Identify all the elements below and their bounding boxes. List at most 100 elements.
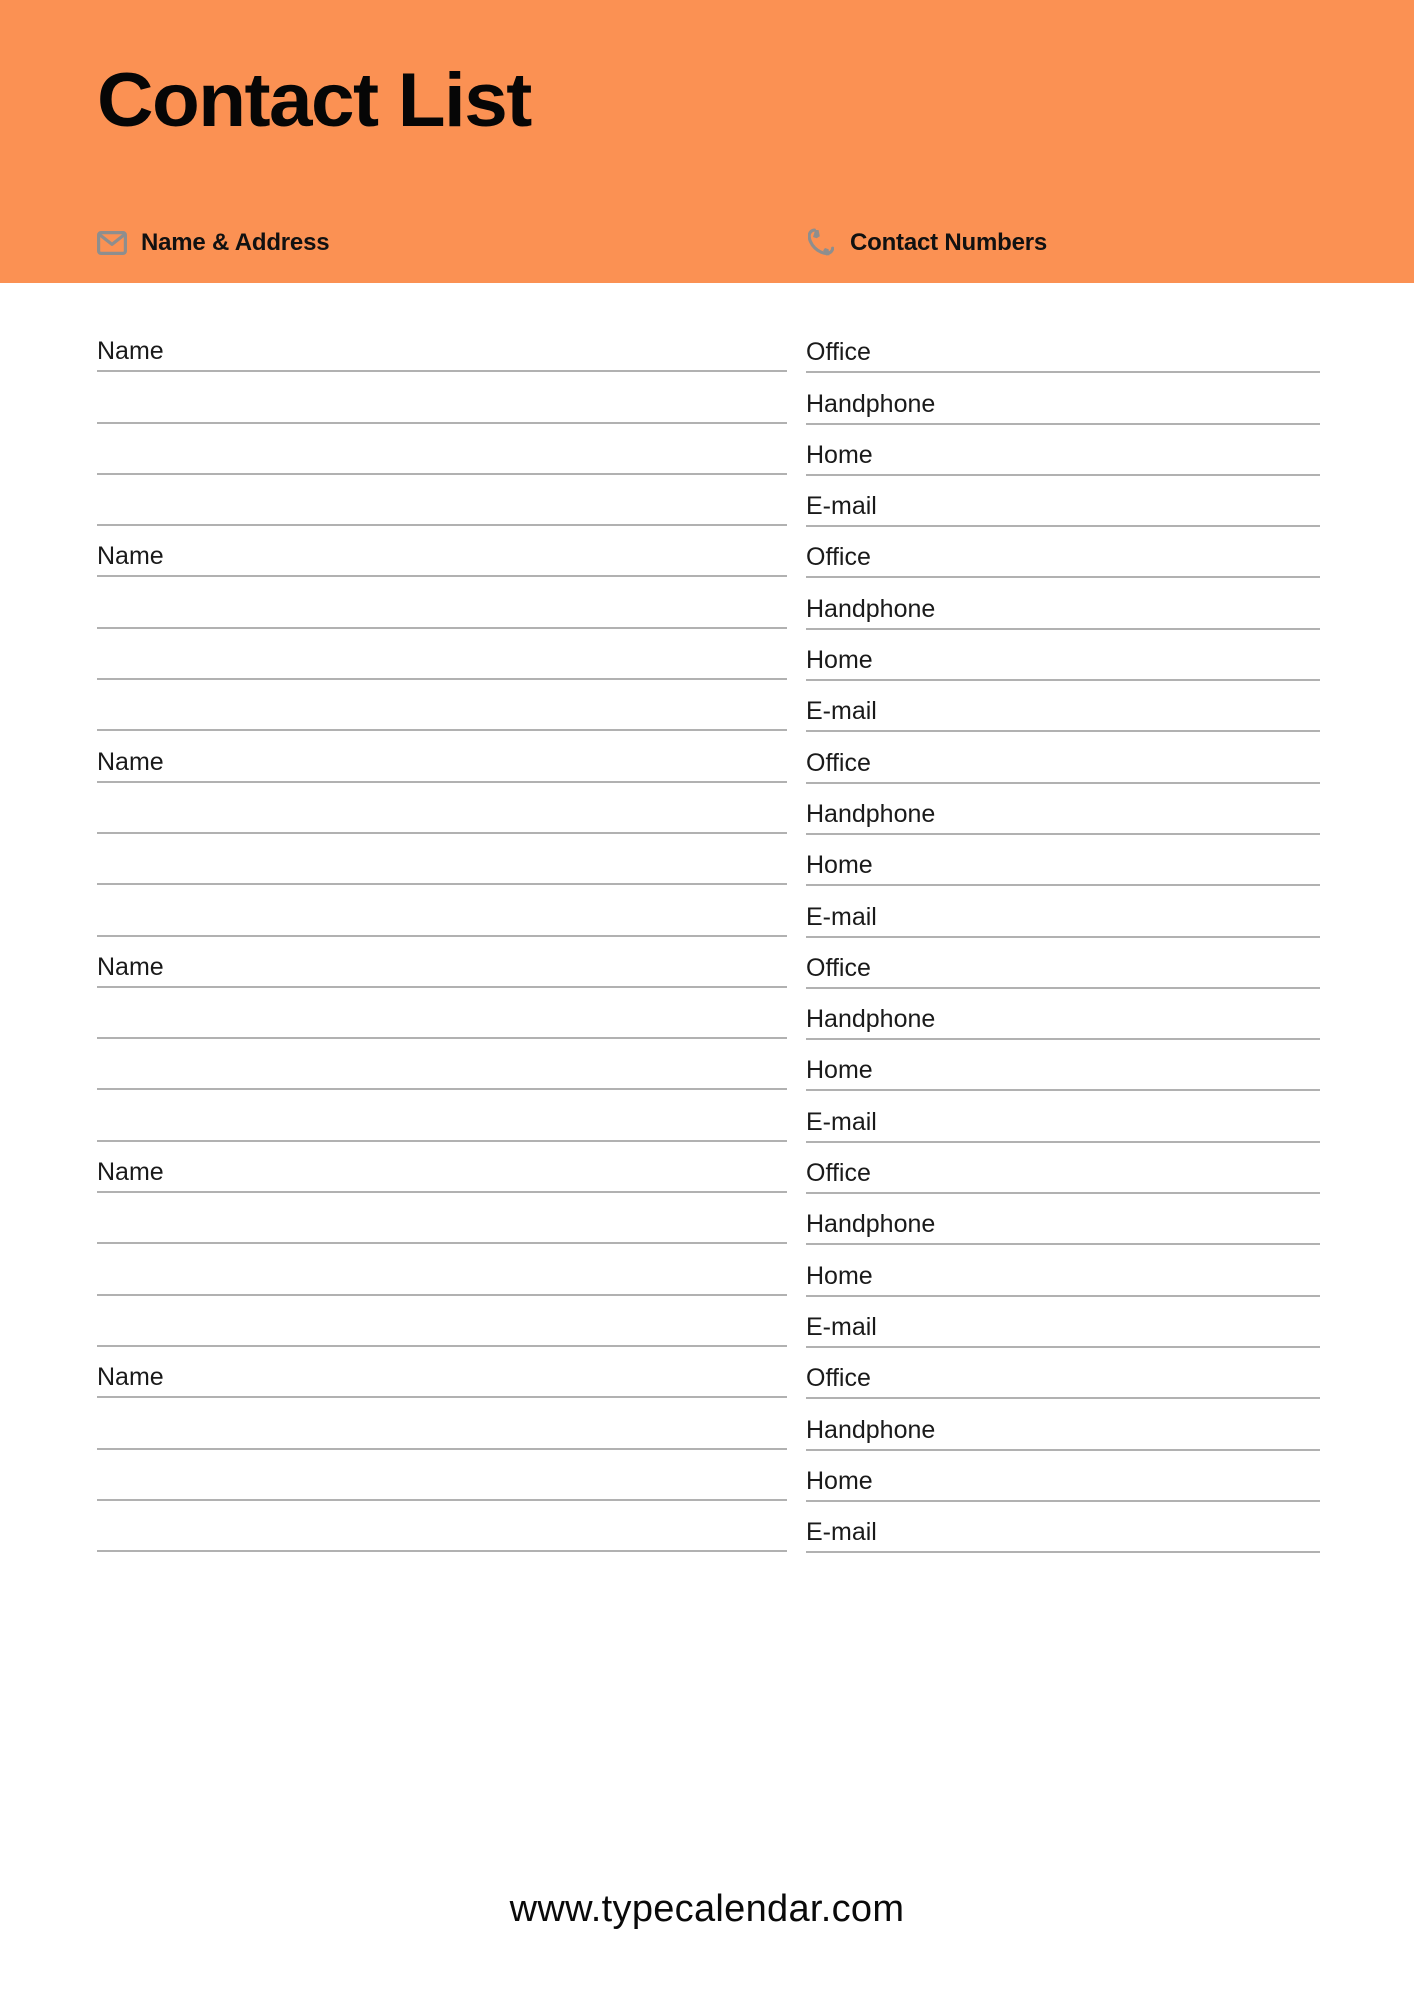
field-label: Name bbox=[97, 542, 164, 571]
field-row-home[interactable]: Home bbox=[806, 835, 1320, 887]
field-label: Home bbox=[806, 1466, 873, 1495]
field-row-blank[interactable] bbox=[97, 1193, 787, 1245]
field-row-handphone[interactable]: Handphone bbox=[806, 1399, 1320, 1451]
contact-block: Office Handphone Home E-mail bbox=[806, 322, 1320, 528]
field-row-blank[interactable] bbox=[97, 424, 787, 475]
field-row-blank[interactable] bbox=[97, 1090, 787, 1142]
field-row-office[interactable]: Office bbox=[806, 938, 1320, 989]
field-row-handphone[interactable]: Handphone bbox=[806, 578, 1320, 630]
field-row-office[interactable]: Office bbox=[806, 732, 1320, 784]
field-label: Handphone bbox=[806, 799, 936, 828]
contact-block: Office Handphone Home E-mail bbox=[806, 938, 1320, 1143]
contact-block: Office Handphone Home E-mail bbox=[806, 1143, 1320, 1348]
field-row-name[interactable]: Name bbox=[97, 731, 787, 783]
field-label: Handphone bbox=[806, 1005, 936, 1034]
column-header-name-address: Name & Address bbox=[97, 222, 330, 264]
contact-block: Office Handphone Home E-mail bbox=[806, 732, 1320, 938]
field-row-home[interactable]: Home bbox=[806, 630, 1320, 682]
field-row-e-mail[interactable]: E-mail bbox=[806, 1297, 1320, 1348]
phone-icon bbox=[806, 228, 836, 258]
field-row-name[interactable]: Name bbox=[97, 937, 787, 988]
field-row-blank[interactable] bbox=[97, 783, 787, 834]
field-label: Home bbox=[806, 851, 873, 880]
field-label: Home bbox=[806, 646, 873, 675]
field-row-blank[interactable] bbox=[97, 1039, 787, 1091]
contact-block: Name bbox=[97, 731, 787, 937]
field-label: Home bbox=[806, 1056, 873, 1085]
field-row-blank[interactable] bbox=[97, 834, 787, 886]
field-row-name[interactable]: Name bbox=[97, 1347, 787, 1399]
field-row-blank[interactable] bbox=[97, 680, 787, 732]
field-label: Name bbox=[97, 337, 164, 366]
column-header-label: Name & Address bbox=[141, 229, 330, 256]
field-label: E-mail bbox=[806, 1518, 877, 1547]
column-header-label: Contact Numbers bbox=[850, 229, 1048, 256]
contact-block: Office Handphone Home E-mail bbox=[806, 527, 1320, 733]
field-row-name[interactable]: Name bbox=[97, 526, 787, 578]
field-label: E-mail bbox=[806, 1312, 877, 1341]
field-label: Home bbox=[806, 1261, 873, 1290]
field-label: E-mail bbox=[806, 902, 877, 931]
field-row-home[interactable]: Home bbox=[806, 1245, 1320, 1297]
page-title: Contact List bbox=[97, 58, 532, 143]
header-band: Contact List Name & Address Contact Numb… bbox=[0, 0, 1414, 283]
field-row-home[interactable]: Home bbox=[806, 1451, 1320, 1502]
field-row-home[interactable]: Home bbox=[806, 425, 1320, 476]
field-row-handphone[interactable]: Handphone bbox=[806, 373, 1320, 425]
field-label: Handphone bbox=[806, 1415, 936, 1444]
field-label: Handphone bbox=[806, 594, 936, 623]
field-label: E-mail bbox=[806, 697, 877, 726]
contact-block: Name bbox=[97, 1347, 787, 1553]
field-row-blank[interactable] bbox=[97, 1450, 787, 1501]
field-row-blank[interactable] bbox=[97, 988, 787, 1040]
field-label: Handphone bbox=[806, 389, 936, 418]
field-row-handphone[interactable]: Handphone bbox=[806, 1194, 1320, 1246]
field-label: Office bbox=[806, 1364, 871, 1393]
field-row-blank[interactable] bbox=[97, 475, 787, 527]
name-address-column: Name Name Name Name Name Name bbox=[97, 283, 787, 1553]
field-row-name[interactable]: Name bbox=[97, 321, 787, 373]
field-row-blank[interactable] bbox=[97, 1398, 787, 1450]
field-row-name[interactable]: Name bbox=[97, 1142, 787, 1194]
field-row-blank[interactable] bbox=[97, 577, 787, 629]
field-label: Name bbox=[97, 1363, 164, 1392]
field-label: Office bbox=[806, 1159, 871, 1188]
field-row-e-mail[interactable]: E-mail bbox=[806, 886, 1320, 938]
field-label: Handphone bbox=[806, 1210, 936, 1239]
field-row-blank[interactable] bbox=[97, 1501, 787, 1553]
field-row-handphone[interactable]: Handphone bbox=[806, 989, 1320, 1041]
field-row-home[interactable]: Home bbox=[806, 1040, 1320, 1092]
contact-numbers-column: Office Handphone Home E-mail Office Handphone… bbox=[806, 283, 1320, 1554]
field-row-office[interactable]: Office bbox=[806, 1143, 1320, 1195]
field-row-blank[interactable] bbox=[97, 885, 787, 937]
field-row-e-mail[interactable]: E-mail bbox=[806, 1502, 1320, 1554]
field-row-office[interactable]: Office bbox=[806, 527, 1320, 579]
field-label: Name bbox=[97, 952, 164, 981]
field-label: Office bbox=[806, 543, 871, 572]
footer: www.typecalendar.com bbox=[0, 1886, 1414, 1932]
field-label: Office bbox=[806, 338, 871, 367]
contact-block: Name bbox=[97, 1142, 787, 1347]
field-label: Office bbox=[806, 748, 871, 777]
field-row-blank[interactable] bbox=[97, 1244, 787, 1296]
field-row-office[interactable]: Office bbox=[806, 322, 1320, 374]
field-row-blank[interactable] bbox=[97, 1296, 787, 1347]
field-row-handphone[interactable]: Handphone bbox=[806, 784, 1320, 835]
field-label: Name bbox=[97, 747, 164, 776]
column-headers: Name & Address Contact Numbers bbox=[0, 222, 1414, 264]
field-row-blank[interactable] bbox=[97, 629, 787, 681]
footer-website-url: www.typecalendar.com bbox=[509, 1888, 905, 1930]
field-label: E-mail bbox=[806, 492, 877, 521]
contact-block: Name bbox=[97, 526, 787, 732]
field-label: E-mail bbox=[806, 1107, 877, 1136]
field-row-e-mail[interactable]: E-mail bbox=[806, 1091, 1320, 1143]
envelope-icon bbox=[97, 228, 127, 258]
field-label: Home bbox=[806, 440, 873, 469]
field-row-office[interactable]: Office bbox=[806, 1348, 1320, 1400]
field-row-e-mail[interactable]: E-mail bbox=[806, 476, 1320, 528]
field-row-e-mail[interactable]: E-mail bbox=[806, 681, 1320, 733]
contact-block: Name bbox=[97, 937, 787, 1142]
field-row-blank[interactable] bbox=[97, 372, 787, 424]
field-label: Name bbox=[97, 1158, 164, 1187]
contact-block: Name bbox=[97, 321, 787, 527]
